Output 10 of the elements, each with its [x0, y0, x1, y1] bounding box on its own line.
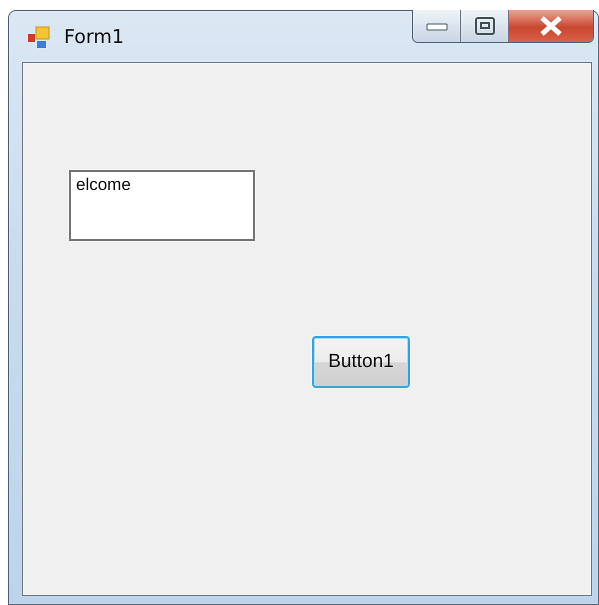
text-box[interactable]: elcome [69, 170, 255, 241]
window-title: Form1 [64, 26, 124, 48]
close-button[interactable] [509, 10, 593, 42]
app-icon [27, 24, 51, 48]
button[interactable]: Button1 [312, 336, 410, 388]
minimize-icon [426, 21, 448, 31]
close-icon [538, 16, 564, 36]
minimize-button[interactable] [413, 10, 461, 42]
maximize-icon [474, 17, 494, 35]
maximize-button[interactable] [461, 10, 509, 42]
